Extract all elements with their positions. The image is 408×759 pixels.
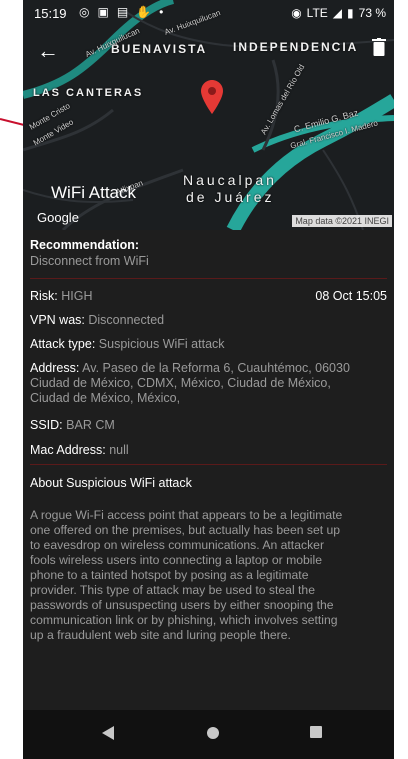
map-label-las-canteras: LAS CANTERAS	[33, 87, 144, 99]
address-row: Address: Av. Paseo de la Reforma 6, Cuau…	[30, 361, 387, 406]
risk-row: Risk: HIGH 08 Oct 15:05	[30, 289, 387, 303]
about-line: A rogue Wi-Fi access point that appears …	[30, 508, 343, 522]
address-value-line-2: Ciudad de México, CDMX, México, Ciudad d…	[30, 376, 331, 390]
event-date: 08 Oct 15:05	[315, 289, 387, 303]
ssid-row: SSID: BAR CM	[30, 418, 387, 432]
address-value-line-1: Av. Paseo de la Reforma 6, Cuauhtémoc, 0…	[82, 361, 350, 375]
location-pin-icon[interactable]	[201, 80, 223, 114]
image-icon: ▣	[97, 5, 109, 19]
map-overlay-title: WiFi Attack	[51, 183, 137, 202]
status-time: 15:19	[34, 6, 67, 21]
divider	[30, 278, 387, 279]
square-recents-icon[interactable]	[310, 726, 322, 738]
hand-icon: ✋	[136, 5, 152, 19]
risk-label: Risk:	[30, 289, 58, 303]
network-type: LTE	[306, 6, 328, 20]
google-logo: Google	[37, 210, 79, 225]
ssid-value: BAR CM	[66, 418, 115, 432]
about-line: fools wireless users into connecting a l…	[30, 553, 322, 567]
mac-value: null	[109, 443, 129, 457]
notification-icons: ◎ ▣ ▤ ✋ •	[79, 5, 163, 19]
about-line: up a fraudulent web site and luring peop…	[30, 628, 291, 642]
map-label-independencia: INDEPENDENCIA	[233, 40, 359, 54]
about-line: one offered on the premises, but actuall…	[30, 523, 341, 537]
mac-label: Mac Address:	[30, 443, 106, 457]
about-title: About Suspicious WiFi attack	[30, 476, 192, 490]
mac-row: Mac Address: null	[30, 443, 387, 457]
attack-type-label: Attack type:	[30, 337, 96, 351]
vpn-value: Disconnected	[88, 313, 165, 327]
map-label-buenavista: BUENAVISTA	[111, 42, 208, 56]
map-attribution[interactable]: Map data ©2021 INEGI	[292, 215, 392, 227]
recommendation-label: Recommendation:	[30, 238, 140, 252]
trash-icon[interactable]	[372, 38, 386, 56]
attack-type-value: Suspicious WiFi attack	[98, 337, 225, 351]
about-description: A rogue Wi-Fi access point that appears …	[30, 508, 388, 643]
vpn-row: VPN was: Disconnected	[30, 313, 387, 327]
address-label: Address:	[30, 361, 80, 375]
about-line: passwords of unsuspecting users by eithe…	[30, 598, 334, 612]
divider	[30, 464, 387, 465]
address-value-line-3: Ciudad de México, México,	[30, 391, 181, 405]
risk-value: HIGH	[61, 289, 93, 303]
navigation-bar	[23, 710, 394, 759]
map-label-de-juarez: de Juárez	[186, 189, 275, 205]
back-arrow-icon[interactable]: ←	[37, 38, 59, 64]
shield-check-icon: ◎	[79, 5, 90, 19]
map-label-naucalpan: Naucalpan	[183, 172, 277, 188]
triangle-back-icon[interactable]	[102, 726, 114, 740]
recommendation-value: Disconnect from WiFi	[30, 254, 149, 268]
signal-icon: ◢	[332, 6, 343, 20]
about-line: to eavesdrop on wireless communications.…	[30, 538, 324, 552]
ssid-label: SSID:	[30, 418, 63, 432]
battery-icon: ▮	[347, 6, 354, 20]
battery-level: 73 %	[358, 6, 386, 20]
attack-type-row: Attack type: Suspicious WiFi attack	[30, 337, 387, 351]
dot-icon: •	[159, 5, 164, 19]
vibrate-icon: ◉	[291, 6, 302, 20]
about-line: phone to a tainted hotspot by posing as …	[30, 568, 309, 582]
system-icons: ◉ LTE ◢ ▮ 73 %	[291, 6, 386, 20]
about-line: communication link or by phishing, which…	[30, 613, 338, 627]
phone-screen: 15:19 ◎ ▣ ▤ ✋ • ◉ LTE ◢ ▮ 73 % ← BUENAVI…	[23, 0, 394, 759]
about-line: provider. This type of attack may be use…	[30, 583, 315, 597]
map-view[interactable]: 15:19 ◎ ▣ ▤ ✋ • ◉ LTE ◢ ▮ 73 % ← BUENAVI…	[23, 0, 394, 230]
calendar-icon: ▤	[116, 5, 129, 19]
vpn-label: VPN was:	[30, 313, 85, 327]
circle-home-icon[interactable]	[206, 726, 220, 740]
